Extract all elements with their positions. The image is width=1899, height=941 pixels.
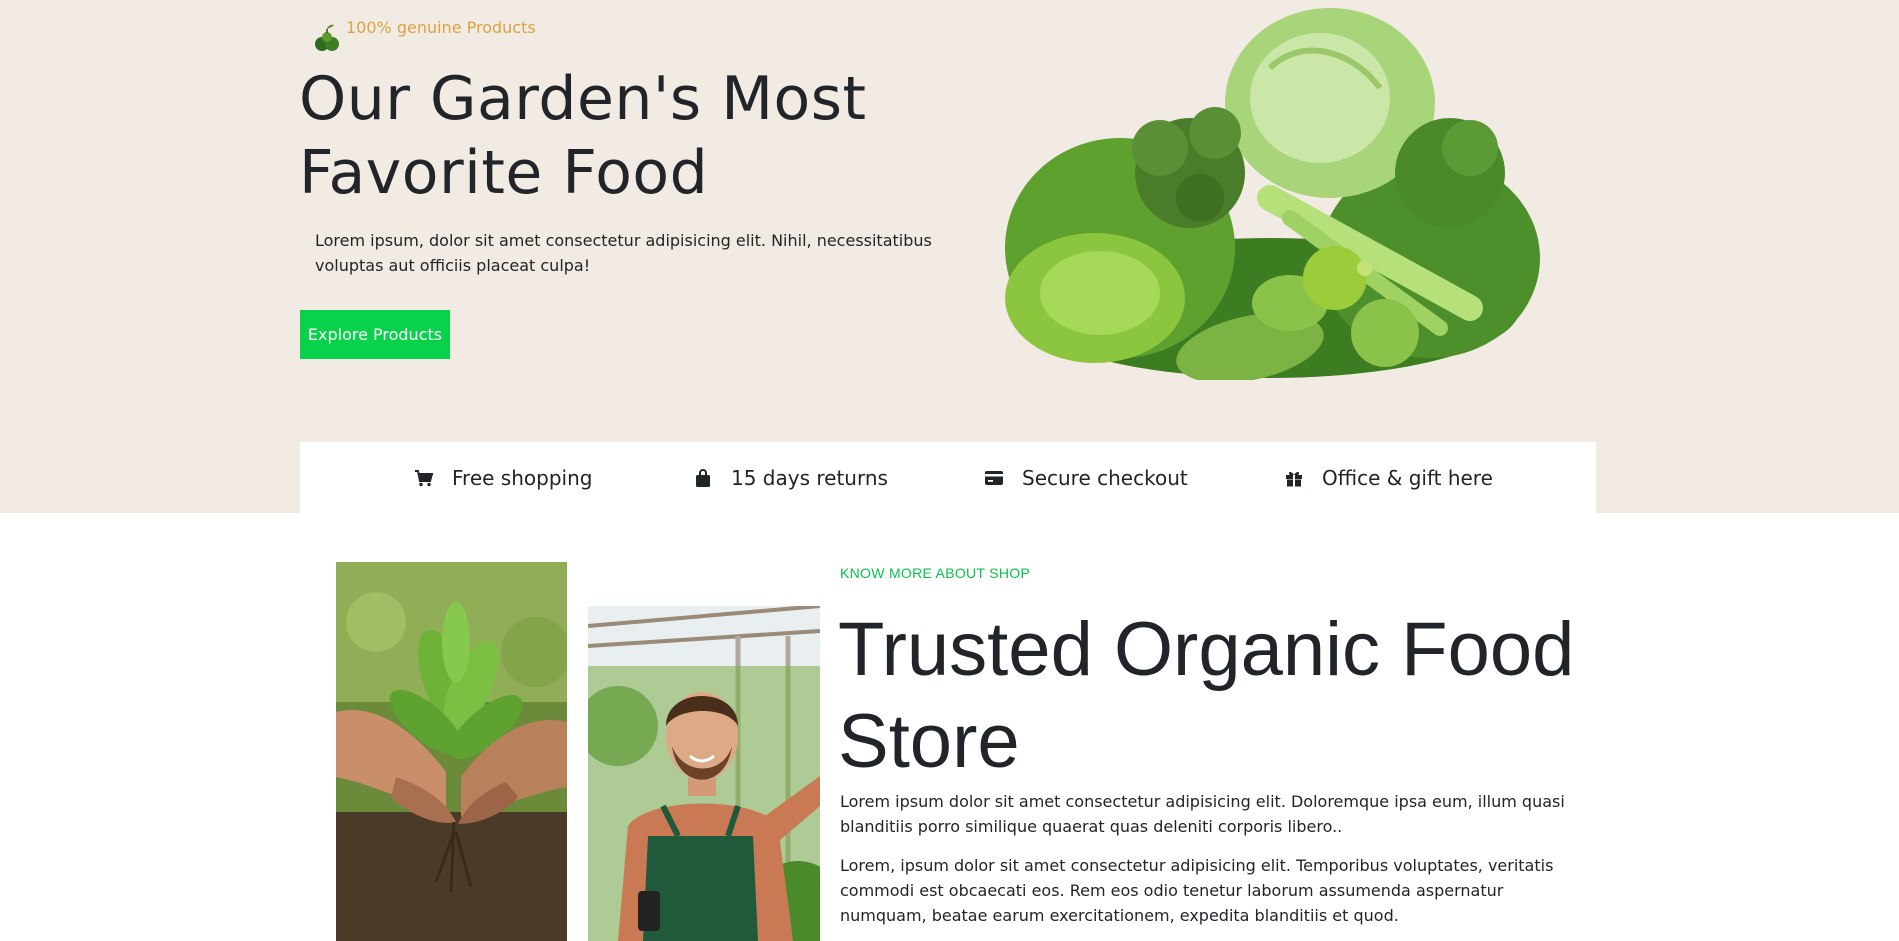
hero-description: Lorem ipsum, dolor sit amet consectetur … — [315, 231, 932, 275]
vegetables-image — [1005, 8, 1540, 380]
fruit-leaf-icon — [315, 24, 339, 51]
about-title: Trusted Organic Food Store — [838, 607, 1575, 784]
feature-label: Free shopping — [452, 466, 593, 490]
about-kicker: KNOW MORE ABOUT SHOP — [840, 565, 1031, 581]
badge-label: 100% genuine Products — [346, 18, 536, 37]
hands-plant-image — [336, 562, 567, 941]
bag-icon — [696, 469, 710, 487]
genuine-badge: 100% genuine Products — [312, 18, 536, 54]
about-paragraph-2: Lorem, ipsum dolor sit amet consectetur … — [840, 856, 1554, 925]
gift-icon — [1286, 471, 1302, 487]
hero-section: 100% genuine Products Our Garden's Most … — [0, 0, 1899, 513]
credit-card-icon — [985, 471, 1003, 485]
feature-gift: Office & gift here — [1284, 442, 1493, 514]
feature-label: Secure checkout — [1022, 466, 1188, 490]
feature-label: Office & gift here — [1322, 466, 1493, 490]
features-bar: Free shopping 15 days returns Secure che… — [300, 442, 1596, 514]
explore-products-button[interactable]: Explore Products — [300, 310, 450, 359]
feature-returns: 15 days returns — [693, 442, 888, 514]
feature-label: 15 days returns — [731, 466, 888, 490]
cart-icon — [415, 470, 434, 487]
hero-title: Our Garden's Most Favorite Food — [299, 64, 867, 208]
feature-free-shopping: Free shopping — [414, 442, 592, 514]
about-paragraph-1: Lorem ipsum dolor sit amet consectetur a… — [840, 792, 1565, 836]
gardener-image — [588, 606, 820, 941]
feature-secure-checkout: Secure checkout — [984, 442, 1188, 514]
